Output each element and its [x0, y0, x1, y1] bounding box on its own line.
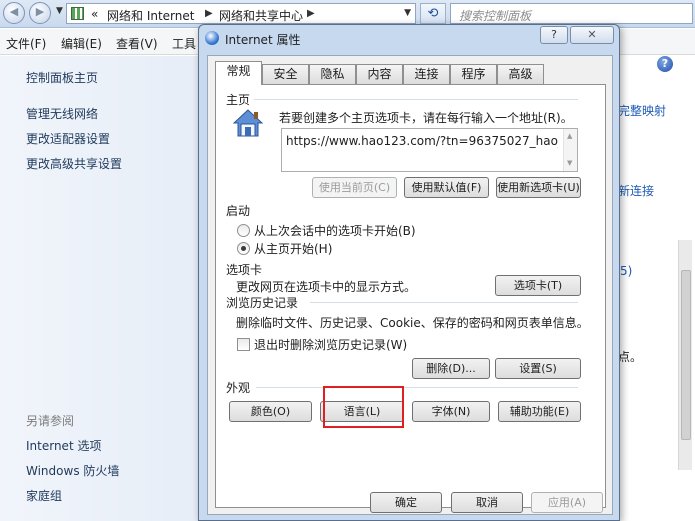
- forward-button[interactable]: ▶: [29, 2, 51, 24]
- url-textarea-scrollbar[interactable]: ▲ ▼: [563, 129, 577, 171]
- search-placeholder: 搜索控制面板: [459, 9, 532, 23]
- sidebar-item-control-panel-home[interactable]: 控制面板主页: [26, 69, 98, 86]
- recent-pages-dropdown-icon[interactable]: ▼: [56, 6, 63, 16]
- breadcrumb-separator-icon[interactable]: ▶: [205, 8, 213, 19]
- breadcrumb-separator-icon[interactable]: ▶: [307, 8, 315, 19]
- tab-security[interactable]: 安全: [262, 64, 309, 84]
- set-up-connection-link[interactable]: 新连接: [618, 182, 654, 199]
- refresh-icon: ⟲: [427, 6, 439, 21]
- search-input[interactable]: 搜索控制面板: [450, 3, 693, 24]
- scroll-down-icon[interactable]: ▼: [567, 159, 572, 167]
- sidebar-item-adapter-settings[interactable]: 更改适配器设置: [26, 130, 110, 147]
- dialog-help-button[interactable]: ?: [540, 26, 568, 44]
- see-also-heading: 另请参阅: [26, 414, 75, 428]
- delete-history-button[interactable]: 删除(D)...: [412, 358, 490, 379]
- sidebar-item-windows-firewall[interactable]: Windows 防火墙: [26, 462, 119, 479]
- address-bar[interactable]: « 网络和 Internet ▶ 网络和共享中心 ▶ ▼: [66, 3, 416, 24]
- languages-button[interactable]: 语言(L): [320, 401, 404, 422]
- delete-on-exit-checkbox[interactable]: [237, 338, 250, 351]
- forward-arrow-icon: ▶: [35, 5, 45, 18]
- breadcrumb-overflow[interactable]: «: [91, 7, 98, 21]
- see-full-map-link[interactable]: 完整映射: [618, 102, 666, 119]
- tab-programs[interactable]: 程序: [450, 64, 497, 84]
- tabs-settings-button[interactable]: 选项卡(T): [495, 275, 581, 296]
- help-icon[interactable]: ?: [657, 56, 673, 72]
- use-current-button[interactable]: 使用当前页(C): [312, 177, 397, 198]
- history-settings-button[interactable]: 设置(S): [495, 358, 581, 379]
- scrollbar-thumb[interactable]: [681, 270, 691, 440]
- tab-advanced[interactable]: 高级: [497, 64, 544, 84]
- cancel-button[interactable]: 取消: [451, 492, 523, 513]
- internet-globe-icon: [205, 31, 219, 45]
- menu-view[interactable]: 查看(V): [116, 35, 158, 52]
- menu-edit[interactable]: 编辑(E): [61, 35, 102, 52]
- content-scrollbar[interactable]: [678, 240, 692, 470]
- tab-general[interactable]: 常规: [215, 61, 262, 85]
- dialog-title: Internet 属性: [225, 33, 301, 47]
- use-default-button[interactable]: 使用默认值(F): [404, 177, 489, 198]
- ok-button[interactable]: 确定: [370, 492, 442, 513]
- address-dropdown-icon[interactable]: ▼: [404, 8, 411, 18]
- accessibility-button[interactable]: 辅助功能(E): [498, 401, 581, 422]
- partial-body-text: 点。: [618, 350, 643, 364]
- breadcrumb-network-sharing-center[interactable]: 网络和共享中心: [219, 7, 303, 24]
- sidebar: 控制面板主页 管理无线网络 更改适配器设置 更改高级共享设置 另请参阅 Inte…: [0, 56, 205, 521]
- colors-button[interactable]: 颜色(O): [229, 401, 312, 422]
- fonts-button[interactable]: 字体(N): [412, 401, 490, 422]
- breadcrumb-network-internet[interactable]: 网络和 Internet: [107, 7, 194, 24]
- internet-properties-dialog: Internet 属性 ? ✕ 常规 安全 隐私 内容 连接 程序 高级: [198, 24, 620, 521]
- tab-content[interactable]: 内容: [356, 64, 403, 84]
- sidebar-item-advanced-sharing[interactable]: 更改高级共享设置: [26, 155, 122, 172]
- menu-tools[interactable]: 工具: [172, 35, 196, 52]
- partial-link-text[interactable]: 5): [620, 264, 632, 278]
- dialog-close-button[interactable]: ✕: [570, 26, 614, 44]
- tab-connections[interactable]: 连接: [403, 64, 450, 84]
- sidebar-item-internet-options[interactable]: Internet 选项: [26, 437, 101, 454]
- scroll-up-icon[interactable]: ▲: [567, 132, 572, 140]
- home-page-url-textarea[interactable]: https://www.hao123.com/?tn=96375027_hao_…: [281, 128, 578, 172]
- use-new-tab-button[interactable]: 使用新选项卡(U): [496, 177, 581, 198]
- tab-privacy[interactable]: 隐私: [309, 64, 356, 84]
- sidebar-item-homegroup[interactable]: 家庭组: [26, 487, 62, 504]
- apply-button[interactable]: 应用(A): [531, 492, 603, 513]
- startup-home-page-radio[interactable]: [237, 242, 250, 255]
- menu-file[interactable]: 文件(F): [6, 35, 46, 52]
- startup-last-session-radio[interactable]: [237, 224, 250, 237]
- control-panel-icon: [71, 7, 84, 20]
- back-arrow-icon: ◀: [9, 5, 19, 18]
- refresh-button[interactable]: ⟲: [420, 3, 446, 24]
- home-page-url-value: https://www.hao123.com/?tn=96375027_hao_…: [286, 134, 558, 148]
- sidebar-item-manage-wireless[interactable]: 管理无线网络: [26, 105, 98, 122]
- back-button[interactable]: ◀: [3, 2, 25, 24]
